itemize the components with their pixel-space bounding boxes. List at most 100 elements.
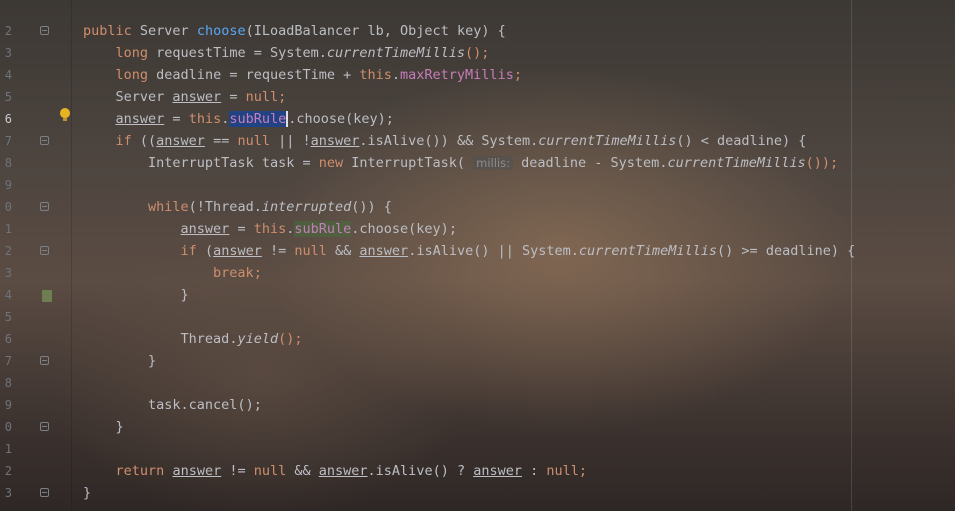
- code-area[interactable]: public Server choose(ILoadBalancer lb, O…: [83, 20, 855, 504]
- code-text: &&: [326, 243, 360, 259]
- code-line[interactable]: }: [83, 416, 855, 438]
- code-text: ;: [278, 89, 287, 105]
- code-line[interactable]: long deadline = requestTime + this.maxRe…: [83, 64, 855, 86]
- keyword: break: [213, 265, 254, 281]
- fold-end-if-icon[interactable]: [40, 422, 49, 431]
- code-text: }: [148, 353, 157, 369]
- code-line[interactable]: if ((answer == null || !answer.isAlive()…: [83, 130, 855, 152]
- code-text: =: [164, 111, 189, 127]
- keyword: return: [115, 463, 165, 479]
- static-method: currentTimeMillis: [538, 133, 677, 149]
- variable: answer: [172, 463, 222, 479]
- code-line[interactable]: Thread.yield();: [83, 328, 855, 350]
- code-line[interactable]: if (answer != null && answer.isAlive() |…: [83, 240, 856, 262]
- variable: answer: [172, 89, 222, 105]
- line-number: 9: [4, 178, 12, 192]
- keyword: this: [253, 221, 287, 237]
- code-line[interactable]: break;: [83, 262, 855, 284]
- line-number-current: 6: [4, 112, 12, 126]
- variable: answer: [359, 243, 409, 259]
- line-number: 2: [4, 24, 12, 38]
- keyword: long: [115, 45, 149, 61]
- gutter-separator: [71, 0, 72, 511]
- keyword: while: [148, 199, 189, 215]
- keyword: null: [294, 243, 327, 259]
- fold-end-while-icon[interactable]: [40, 356, 49, 365]
- bookmark-icon[interactable]: [42, 290, 52, 302]
- code-line[interactable]: return answer != null && answer.isAlive(…: [83, 460, 855, 482]
- code-text: ((: [131, 133, 157, 149]
- line-number: 3: [4, 266, 12, 280]
- code-line[interactable]: }: [83, 482, 855, 504]
- method-name: choose: [196, 23, 246, 39]
- code-text: ());: [805, 155, 839, 171]
- code-editor[interactable]: 2 3 4 5 6 7 8 9 0 1 2 3 4 5 6 7 8 9 0 1 …: [0, 0, 955, 511]
- line-number: 9: [4, 398, 12, 412]
- code-text: .isAlive() || System.: [408, 243, 579, 259]
- field-name: maxRetryMillis: [400, 67, 514, 83]
- variable: answer: [213, 243, 262, 259]
- line-number: 8: [4, 156, 12, 170]
- code-line[interactable]: }: [83, 350, 855, 372]
- line-number: 7: [4, 354, 12, 368]
- code-text: deadline - System.: [513, 155, 668, 171]
- code-line-empty[interactable]: [83, 174, 855, 196]
- code-line[interactable]: }: [83, 284, 855, 306]
- line-number: 5: [4, 90, 12, 104]
- static-method: currentTimeMillis: [667, 155, 806, 171]
- field-name-selected: subRule: [229, 111, 287, 127]
- code-line[interactable]: answer = this.subRule.choose(key);: [83, 218, 855, 240]
- code-text: &&: [286, 463, 319, 479]
- fold-while-icon[interactable]: [40, 202, 49, 211]
- fold-if-icon[interactable]: [40, 136, 49, 145]
- code-text: =: [221, 89, 246, 105]
- keyword: if: [180, 243, 197, 259]
- keyword: public: [83, 23, 132, 39]
- fold-method-icon[interactable]: [40, 26, 49, 35]
- line-number: 5: [4, 310, 12, 324]
- code-line[interactable]: Server answer = null;: [83, 86, 855, 108]
- line-number: 2: [4, 464, 12, 478]
- keyword: null: [237, 133, 270, 149]
- line-number: 8: [4, 376, 12, 390]
- code-line[interactable]: long requestTime = System.currentTimeMil…: [83, 42, 855, 64]
- keyword: if: [115, 133, 132, 149]
- code-text: ;: [513, 67, 522, 83]
- static-method: currentTimeMillis: [578, 243, 718, 259]
- fold-end-method-icon[interactable]: [40, 488, 49, 497]
- line-number: 4: [4, 288, 12, 302]
- code-line[interactable]: public Server choose(ILoadBalancer lb, O…: [83, 20, 855, 42]
- line-number: 3: [4, 46, 12, 60]
- code-text: .choose(key);: [351, 221, 457, 237]
- code-line[interactable]: task.cancel();: [83, 394, 855, 416]
- code-text: ();: [465, 45, 490, 61]
- code-line-empty[interactable]: [83, 438, 855, 460]
- code-text: .: [391, 67, 401, 83]
- static-method: currentTimeMillis: [326, 45, 466, 61]
- code-line[interactable]: while(!Thread.interrupted()) {: [83, 196, 855, 218]
- lightbulb-intention-icon[interactable]: [60, 108, 70, 121]
- code-line[interactable]: InterruptTask task = new InterruptTask( …: [83, 152, 855, 174]
- variable: answer: [180, 221, 230, 237]
- fold-inner-if-icon[interactable]: [40, 246, 49, 255]
- code-line-empty[interactable]: [83, 306, 855, 328]
- code-text: task.cancel();: [148, 397, 262, 413]
- code-text: () < deadline) {: [676, 133, 807, 149]
- code-text: }: [115, 419, 124, 435]
- code-line-empty[interactable]: [83, 372, 855, 394]
- line-number: 7: [4, 134, 12, 148]
- code-text: || !: [269, 133, 311, 149]
- code-text: InterruptTask(: [343, 155, 474, 171]
- code-text: .choose(key);: [288, 111, 394, 127]
- code-text: ;: [253, 265, 262, 281]
- code-line-current[interactable]: answer = this.subRule .choose(key);: [83, 108, 855, 130]
- code-text: ;: [578, 463, 588, 479]
- line-number: 4: [4, 68, 12, 82]
- line-number: 3: [4, 486, 12, 500]
- parameter-hint: millis:: [473, 156, 514, 170]
- code-text: ()) {: [351, 199, 392, 215]
- code-text: (!Thread.: [188, 199, 262, 215]
- editor-gutter: 2 3 4 5 6 7 8 9 0 1 2 3 4 5 6 7 8 9 0 1 …: [0, 0, 70, 511]
- type-name: Server: [115, 89, 173, 105]
- keyword: this: [359, 67, 392, 83]
